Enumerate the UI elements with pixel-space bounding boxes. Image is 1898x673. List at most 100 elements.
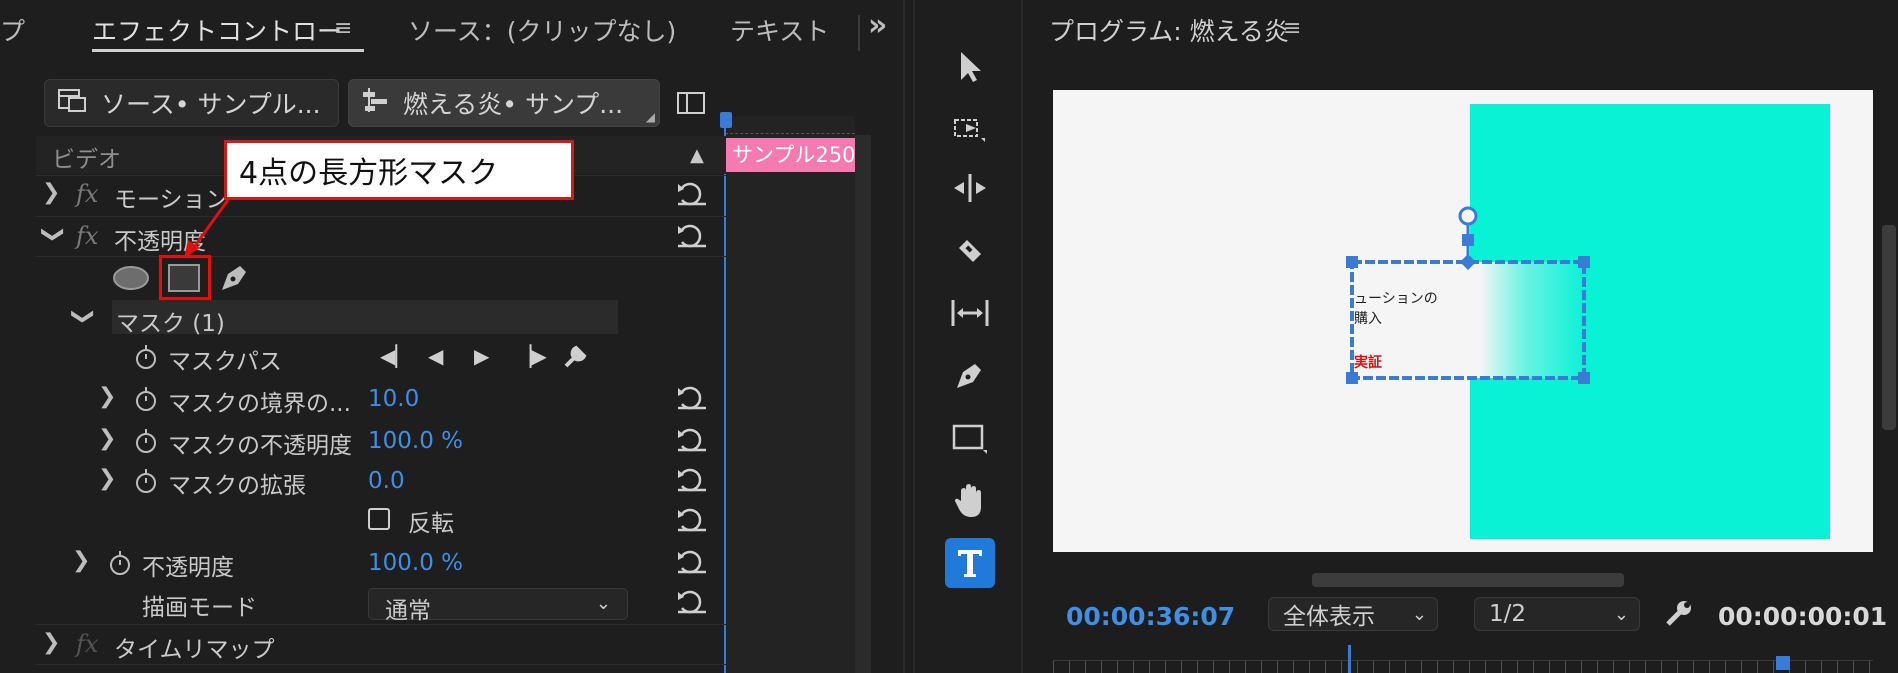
hand-tool[interactable] [945,476,995,526]
razor-icon [959,240,981,262]
sequence-clip-button[interactable]: 燃える炎• サンプ... ◢ [348,79,660,127]
settings-wrench-icon[interactable] [1664,598,1694,632]
stopwatch-icon[interactable] [108,550,132,576]
row-divider [36,624,726,625]
reset-icon[interactable] [676,588,708,616]
ellipse-mask-icon[interactable] [112,264,150,296]
opacity-property-value[interactable]: 100.0 % [368,550,463,576]
pen-icon [957,364,981,388]
timeline-ruler [725,128,855,134]
track-select-icon [954,119,985,142]
expand-chevron-icon[interactable]: ❯ [42,180,60,205]
source-clip-button[interactable]: ソース• サンプル... [44,79,339,127]
ripple-edit-tool[interactable] [945,164,995,214]
resolution-value: 1/2 [1489,601,1527,627]
playhead-marker[interactable] [1776,656,1790,670]
zoom-dropdown[interactable]: 全体表示 ⌄ [1268,597,1438,631]
timeline-clip[interactable]: サンプル250 [726,138,856,172]
mask-expansion-value[interactable]: 0.0 [368,468,405,494]
vertical-scrollbar[interactable] [1882,225,1896,430]
reset-icon[interactable] [676,180,708,208]
expand-chevron-icon[interactable]: ❯ [98,426,116,451]
stopwatch-icon[interactable] [134,468,158,494]
mask-expansion-label: マスクの拡張 [168,473,306,499]
tools-panel [913,0,1023,673]
effect-time-remap-label[interactable]: タイムリマップ [114,630,275,664]
playhead-line [724,112,726,673]
prev-keyframe-icon[interactable]: ◀▏ [380,344,411,368]
overflow-tabs-icon[interactable]: » [868,8,887,43]
mask-path-label: マスクパス [168,349,282,375]
pen-mask-icon[interactable] [218,260,252,298]
track-backward-icon[interactable]: ◀ [428,344,443,368]
tab-source[interactable]: ソース：(クリップなし) [408,12,676,48]
next-keyframe-icon[interactable]: ▕▶ [516,344,547,368]
row-divider [36,664,726,665]
mask-feather-value[interactable]: 10.0 [368,386,419,412]
stopwatch-icon[interactable] [134,386,158,412]
resolution-dropdown[interactable]: 1/2 ⌄ [1474,597,1640,631]
row-divider [36,256,726,257]
inverted-checkbox[interactable] [368,508,390,530]
pen-tool[interactable] [945,350,995,400]
ripple-edit-icon [954,174,986,202]
slip-tool[interactable] [945,288,995,338]
type-tool[interactable] [945,538,995,588]
mask-feather-label: マスクの境界の... [168,391,351,417]
mask-opacity-value[interactable]: 100.0 % [368,428,463,454]
razor-tool[interactable] [945,226,995,276]
slip-icon [951,300,989,326]
fx-icon[interactable]: fx [76,180,98,208]
expand-chevron-icon[interactable]: ❯ [98,384,116,409]
panel-menu-icon[interactable]: ≡ [1283,16,1301,41]
wrench-icon[interactable] [562,340,592,374]
in-marker [1348,645,1351,673]
annotation-highlight-box [159,255,211,300]
stopwatch-icon[interactable] [134,344,158,370]
selection-tool[interactable] [945,42,995,92]
expand-chevron-icon[interactable]: ❯ [72,548,90,573]
blend-mode-dropdown[interactable]: 通常 ⌄ [368,588,628,624]
tab-text[interactable]: テキスト [730,12,829,48]
current-timecode[interactable]: 00:00:36:07 [1066,602,1235,631]
reset-icon[interactable] [676,548,708,576]
chevron-down-icon: ⌄ [1411,603,1427,625]
expand-chevron-icon[interactable]: ❯ [98,466,116,491]
mask-path-overlay[interactable] [1340,200,1600,400]
collapse-up-icon[interactable]: ▲ [690,145,704,166]
effect-controls-panel: プ エフェクトコントロー ≡ ソース：(クリップなし) テキスト » ソース• … [0,0,905,673]
stopwatch-icon[interactable] [134,428,158,454]
reset-icon[interactable] [676,426,708,454]
mask-opacity-label: マスクの不透明度 [168,433,352,459]
blend-mode-label: 描画モード [142,595,257,621]
scrollbar-track[interactable] [855,135,871,673]
collapse-chevron-icon[interactable]: ❯ [71,307,96,325]
collapse-chevron-icon[interactable]: ❯ [41,225,66,243]
reset-icon[interactable] [676,506,708,534]
rectangle-tool[interactable] [945,414,995,464]
show-timeline-icon[interactable] [676,90,706,120]
timeline-ruler[interactable] [1053,660,1873,673]
expand-chevron-icon[interactable]: ❯ [42,630,60,655]
track-forward-icon[interactable]: ▶ [474,344,489,368]
chevron-down-icon: ⌄ [1613,603,1629,625]
tab-effect-controls[interactable]: エフェクトコントロー [92,12,342,48]
track-select-tool[interactable] [945,104,995,154]
panel-menu-icon[interactable]: ≡ [334,16,352,41]
program-monitor-title[interactable]: プログラム: 燃える炎 [1049,12,1289,48]
fx-icon[interactable]: fx [76,630,98,658]
reset-icon[interactable] [676,222,708,250]
annotation-arrow [184,199,230,258]
reset-icon[interactable] [676,384,708,412]
film-icon [57,87,87,119]
playhead-marker[interactable] [720,112,732,128]
sequence-icon [361,86,389,120]
fx-icon[interactable]: fx [76,222,98,250]
reset-icon[interactable] [676,466,708,494]
sequence-clip-label: 燃える炎• サンプ... [403,90,624,119]
type-icon [958,550,982,577]
mask-name-label[interactable]: マスク (1) [116,304,225,338]
horizontal-scrollbar[interactable] [1312,573,1624,587]
mini-timeline[interactable] [725,116,855,673]
tab-partial[interactable]: プ [0,12,25,48]
